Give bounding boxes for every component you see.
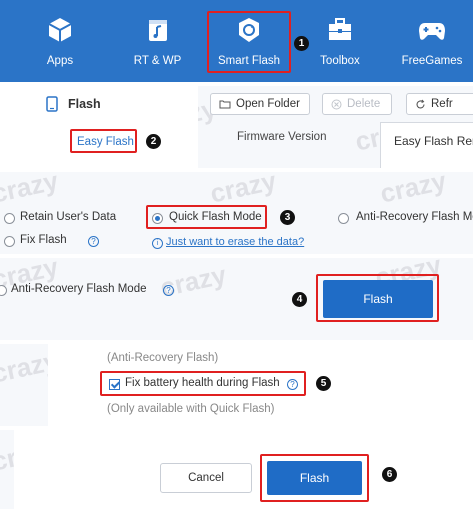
step-number-badge: 3	[280, 210, 295, 225]
delete-button[interactable]: Delete	[322, 93, 392, 115]
firmware-version-header: Firmware Version	[237, 131, 327, 143]
toolbar-label: Toolbox	[320, 55, 360, 67]
fix-flash-radio[interactable]	[4, 236, 15, 247]
confirm-dialog: crazy crazy crazy crazy Cancel Flash 6	[0, 430, 473, 509]
delete-label: Delete	[347, 98, 381, 110]
quick-only-note: (Only available with Quick Flash)	[107, 403, 275, 415]
apps-icon	[48, 18, 72, 42]
anti-recovery-note: (Anti-Recovery Flash)	[107, 352, 219, 364]
easy-flash-tab-label: Easy Flash Ren	[394, 134, 473, 148]
watermark: crazy	[207, 172, 279, 209]
highlight-box	[260, 454, 369, 502]
anti-recovery-label: Anti-Recovery Flash Mode	[11, 283, 147, 295]
toolbar-item-toolbox[interactable]: Toolbox	[300, 0, 380, 82]
flash-title: Flash	[68, 97, 101, 111]
watermark: crazy	[0, 172, 61, 209]
anti-recovery-panel: crazy crazy crazy Anti-Recovery Flash Mo…	[0, 258, 473, 340]
open-folder-label: Open Folder	[236, 98, 300, 110]
main-toolbar: Apps RT & WP Smart Flash Toolbox FreeGam…	[0, 0, 473, 82]
toolbox-icon	[329, 18, 351, 40]
watermark: crazy	[157, 259, 229, 303]
open-folder-button[interactable]: Open Folder	[210, 93, 310, 115]
step-number-badge: 5	[316, 376, 331, 391]
delete-icon	[331, 99, 342, 109]
gamepad-icon	[419, 23, 445, 40]
step-number-badge: 2	[146, 134, 161, 149]
flash-options-panel: crazy crazy crazy (Anti-Recovery Flash) …	[0, 344, 473, 426]
highlight-box	[207, 11, 291, 73]
fix-flash-label: Fix Flash	[20, 234, 67, 246]
toolbar-label: FreeGames	[401, 55, 463, 67]
highlight-box	[100, 371, 306, 396]
easy-flash-tab[interactable]: Easy Flash Ren	[380, 122, 473, 168]
toolbar-item-rt-wp[interactable]: RT & WP	[115, 0, 200, 82]
flash-panel: crazy crazy crazy Flash Easy Flash 2 Ope…	[0, 86, 473, 168]
step-number: 1	[298, 38, 305, 49]
help-icon[interactable]: ?	[88, 236, 99, 247]
step-number: 5	[320, 378, 327, 389]
cancel-label: Cancel	[188, 472, 224, 484]
flash-mode-panel: crazy crazy crazy Retain User's Data Qui…	[0, 172, 473, 254]
refresh-label: Refr	[431, 98, 453, 110]
info-icon: i	[152, 238, 163, 249]
toolbar-label: Apps	[46, 55, 74, 67]
highlight-box	[146, 205, 267, 229]
step-number: 6	[386, 469, 393, 480]
retain-data-radio[interactable]	[4, 213, 15, 224]
step-number-badge: 4	[292, 292, 307, 307]
highlight-box	[316, 274, 439, 322]
anti-recovery-radio[interactable]	[338, 213, 349, 224]
step-number: 4	[296, 294, 303, 305]
refresh-button[interactable]: Refr	[406, 93, 473, 115]
anti-recovery-radio[interactable]	[0, 285, 7, 296]
help-icon[interactable]: ?	[163, 285, 174, 296]
step-number: 3	[284, 212, 291, 223]
highlight-box	[70, 129, 137, 153]
watermark: crazy	[377, 172, 449, 209]
cancel-button[interactable]: Cancel	[160, 463, 252, 493]
ringtone-wallpaper-icon	[148, 20, 167, 41]
step-number-badge: 6	[382, 467, 397, 482]
step-number-badge: 1	[294, 36, 309, 51]
retain-data-label: Retain User's Data	[20, 211, 117, 223]
refresh-icon	[416, 99, 425, 108]
step-number: 2	[150, 136, 157, 147]
anti-recovery-label: Anti-Recovery Flash Mo	[356, 211, 473, 223]
phone-icon	[46, 96, 58, 112]
erase-data-link[interactable]: Just want to erase the data?	[166, 236, 304, 248]
folder-icon	[219, 100, 231, 109]
toolbar-item-apps[interactable]: Apps	[20, 0, 100, 82]
toolbar-label: RT & WP	[133, 55, 182, 67]
toolbar-item-freegames[interactable]: FreeGames	[392, 0, 472, 82]
